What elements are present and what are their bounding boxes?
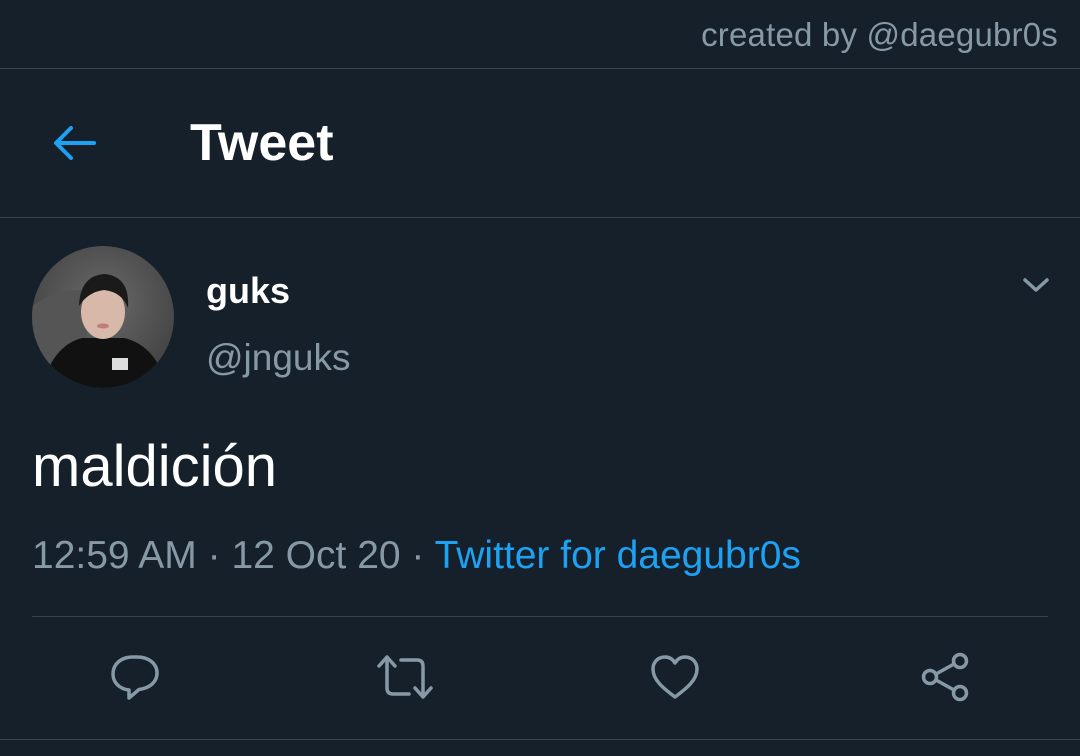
meta-separator: ·	[207, 534, 221, 577]
like-button[interactable]	[648, 650, 702, 704]
tweet-source-link[interactable]: Twitter for daegubr0s	[435, 534, 801, 577]
back-button[interactable]	[44, 113, 104, 173]
watermark-bar: created by @daegubr0s	[0, 0, 1080, 69]
divider	[0, 739, 1080, 740]
chevron-down-icon	[1021, 275, 1051, 295]
tweet-date: 12 Oct 20	[231, 534, 401, 577]
watermark-text: created by @daegubr0s	[701, 16, 1058, 53]
author-handle[interactable]: @jnguks	[206, 336, 351, 380]
header: Tweet	[0, 69, 1080, 218]
author-display-name[interactable]: guks	[206, 270, 290, 312]
tweet-time: 12:59 AM	[32, 534, 197, 577]
share-button[interactable]	[918, 650, 972, 704]
heart-icon	[649, 653, 701, 701]
avatar[interactable]	[32, 246, 174, 388]
retweet-icon	[375, 652, 435, 702]
arrow-left-icon	[51, 123, 97, 163]
reply-icon	[109, 652, 161, 702]
divider	[32, 616, 1048, 617]
tweet-text: maldición	[32, 434, 277, 499]
page-title: Tweet	[190, 114, 334, 172]
retweet-button[interactable]	[375, 650, 435, 704]
share-icon	[918, 651, 972, 703]
meta-separator: ·	[411, 534, 425, 577]
tweet-detail-screen: created by @daegubr0s Tweet guks @jnguks…	[0, 0, 1080, 756]
tweet-options-button[interactable]	[1016, 268, 1056, 302]
reply-button[interactable]	[108, 650, 162, 704]
tweet-metadata: 12:59 AM · 12 Oct 20 · Twitter for daegu…	[32, 530, 801, 582]
